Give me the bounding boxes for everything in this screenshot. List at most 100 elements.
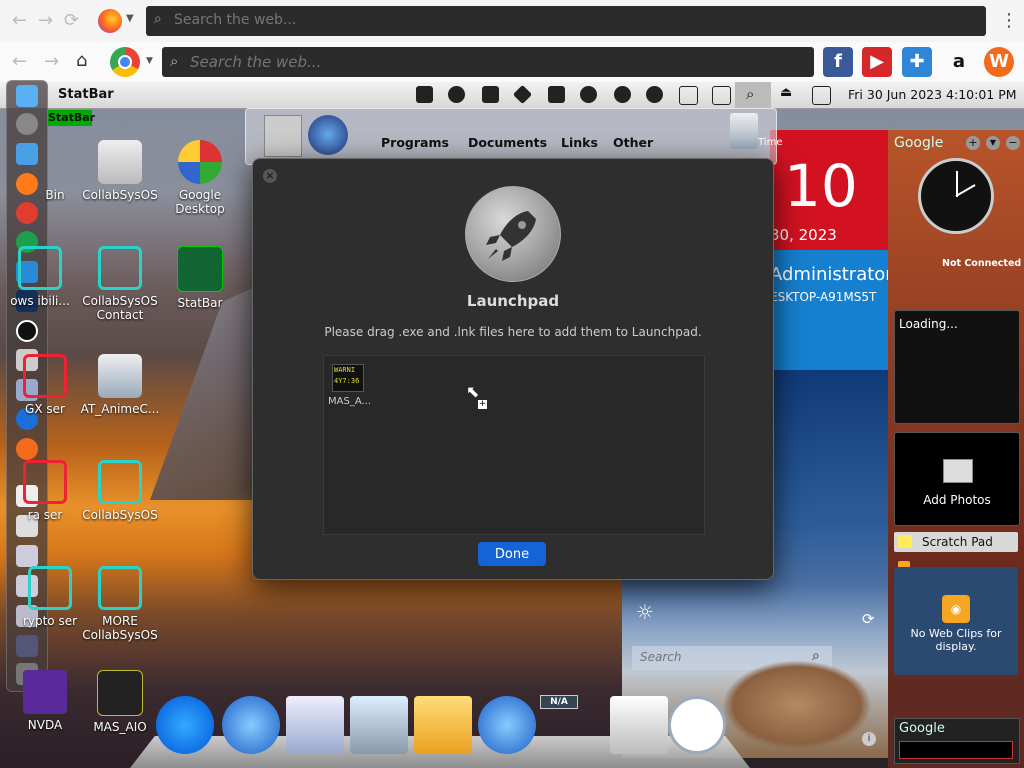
eject-circle-icon[interactable]	[646, 86, 663, 103]
menu-gadget-icon[interactable]: ▼	[986, 136, 1000, 150]
dropdown-chevron-icon[interactable]: ▼	[146, 56, 153, 66]
tab-documents[interactable]: Documents	[468, 135, 547, 150]
drive-icon[interactable]	[712, 86, 731, 105]
forward-arrow-icon[interactable]: →	[44, 51, 59, 72]
top-search-input[interactable]	[172, 11, 956, 29]
dock-app-blue-icon[interactable]	[156, 696, 214, 754]
search-icon: ⌕	[154, 11, 162, 27]
firefox-icon[interactable]	[98, 9, 122, 33]
dock-windows-icon[interactable]	[478, 696, 536, 754]
diamond-icon[interactable]	[512, 84, 533, 105]
google-search-input[interactable]	[899, 741, 1013, 759]
done-button[interactable]: Done	[478, 542, 546, 566]
dock-windows-icon[interactable]	[222, 696, 280, 754]
chrome-icon[interactable]	[16, 202, 38, 224]
desktop-icon-mas-aio[interactable]: MAS_AIO	[75, 670, 165, 734]
statbar-datetime[interactable]: Fri 30 Jun 2023 4:10:01 PM	[848, 87, 1017, 102]
note-icon	[898, 535, 912, 548]
time-label: Time	[758, 137, 783, 148]
circle-app-icon[interactable]	[16, 320, 38, 342]
desktop-icon-more-collabsysos[interactable]: MORE CollabSysOS	[75, 566, 165, 642]
add-gadget-icon[interactable]: +	[966, 136, 980, 150]
dock-clock-icon[interactable]	[668, 696, 726, 754]
gamepad-icon[interactable]: ✚	[902, 47, 932, 77]
tab-other[interactable]: Other	[613, 135, 653, 150]
add-badge-icon: +	[478, 399, 487, 409]
finder-icon[interactable]	[16, 85, 38, 107]
webex-w-icon[interactable]: W	[984, 47, 1014, 77]
reload-icon[interactable]: ⟳	[64, 10, 79, 31]
drop-area[interactable]: WARNI 4Y7:36 MAS_A... ⬉ +	[323, 355, 705, 535]
youtube-icon[interactable]: ▶	[862, 47, 892, 77]
search-icon[interactable]: ⌕	[746, 85, 754, 103]
close-icon[interactable]: ×	[263, 169, 277, 183]
tab-programs[interactable]: Programs	[381, 135, 449, 150]
desktop-icon-label: CollabSysOS Contact	[82, 294, 158, 322]
network-icon[interactable]	[16, 635, 38, 657]
sidebar-icon[interactable]	[679, 86, 698, 105]
item-label: MAS_A...	[328, 396, 372, 407]
dock-notepad-icon[interactable]	[286, 696, 344, 754]
facebook-icon[interactable]: f	[823, 47, 853, 77]
forward-arrow-icon[interactable]: →	[38, 10, 53, 31]
amazon-icon[interactable]: a	[944, 47, 974, 77]
dock-folder-icon[interactable]	[414, 696, 472, 754]
statbar-mini-label: StatBar	[48, 110, 96, 126]
calculator-clock-icon	[98, 354, 142, 398]
desktop-icon-google-desktop[interactable]: Google Desktop	[155, 140, 245, 216]
launchpad-item-mas-aio[interactable]: WARNI 4Y7:36	[332, 364, 364, 392]
dock-trash-icon[interactable]	[610, 696, 668, 754]
scratch-pad-gadget[interactable]: Scratch Pad	[894, 532, 1018, 552]
box-icon[interactable]	[548, 86, 565, 103]
launchpad-rocket-icon[interactable]	[16, 113, 38, 135]
ring-icon	[98, 460, 142, 504]
tab-links[interactable]: Links	[561, 135, 598, 150]
minimize-gadget-icon[interactable]: −	[1006, 136, 1020, 150]
desktop-icon-collabsysos-contact[interactable]: CollabSysOS Contact	[75, 246, 165, 322]
main-search-bar[interactable]: ⌕	[162, 47, 814, 77]
top-search-bar[interactable]: ⌕	[146, 6, 986, 36]
browser-toolbar-top: ← → ⟳ ▼ ⌕ ⋮	[0, 0, 1024, 43]
back-arrow-icon[interactable]: ←	[12, 51, 27, 72]
ring-icon	[98, 566, 142, 610]
desktop-icon-label: rypto ser	[22, 614, 78, 628]
printer-icon[interactable]	[16, 545, 38, 567]
day-number: 10	[784, 152, 858, 220]
item-badge: WARNI	[334, 366, 356, 374]
notion-icon[interactable]	[416, 86, 433, 103]
main-search-input[interactable]	[188, 52, 792, 72]
dock-monitor-icon[interactable]	[350, 696, 408, 754]
desktop-icon-collabsysos-2[interactable]: CollabSysOS	[75, 460, 165, 522]
back-arrow-icon[interactable]: ←	[12, 10, 27, 31]
desktop-icon-collabsysos[interactable]: CollabSysOS	[75, 140, 165, 202]
chrome-icon[interactable]	[110, 47, 140, 77]
info-icon[interactable]: i	[862, 732, 876, 746]
add-photos-label[interactable]: Add Photos	[895, 493, 1019, 507]
dropdown-chevron-icon[interactable]: ▼	[126, 13, 134, 24]
desktop-icon-recycle-bin[interactable]: Bin	[30, 140, 80, 202]
desktop-icon-opera[interactable]: ra ser	[20, 460, 70, 522]
wikipedia-icon[interactable]	[580, 86, 597, 103]
desktop-icon-anime[interactable]: AT_AnimeC...	[75, 354, 165, 416]
desktop-icon-label: StatBar	[177, 296, 223, 310]
desktop-icon-crypto-browser[interactable]: rypto ser	[20, 566, 80, 628]
desktop-icon-windows-compat[interactable]: ows ibili...	[10, 246, 70, 308]
toggle-icon[interactable]	[812, 86, 831, 105]
loading-text: Loading...	[899, 317, 958, 331]
desktop-icon-statbar[interactable]: StatBar	[155, 246, 245, 310]
eject-icon[interactable]: ⏏	[780, 85, 792, 100]
webex-w-icon[interactable]	[16, 438, 38, 460]
globe-icon[interactable]	[614, 86, 631, 103]
statbar-menubar: StatBar ⌕ ⏏ Fri 30 Jun 2023 4:10:01 PM	[0, 82, 1024, 109]
desktop-icon-label: Google Desktop	[175, 188, 225, 216]
date-tile: 10 30, 2023	[770, 130, 888, 250]
menu-kebab-icon[interactable]: ⋮	[1000, 10, 1018, 31]
photos-gadget[interactable]: Add Photos	[894, 432, 1020, 526]
window-icon[interactable]	[482, 86, 499, 103]
refresh-icon[interactable]: ⟳	[862, 610, 875, 628]
desktop-icon-opera-gx[interactable]: GX ser	[20, 354, 70, 416]
globe-icon	[308, 115, 348, 155]
google-label-top: Google	[894, 135, 944, 151]
home-icon[interactable]: ⌂	[76, 50, 87, 71]
sync-icon[interactable]	[448, 86, 465, 103]
